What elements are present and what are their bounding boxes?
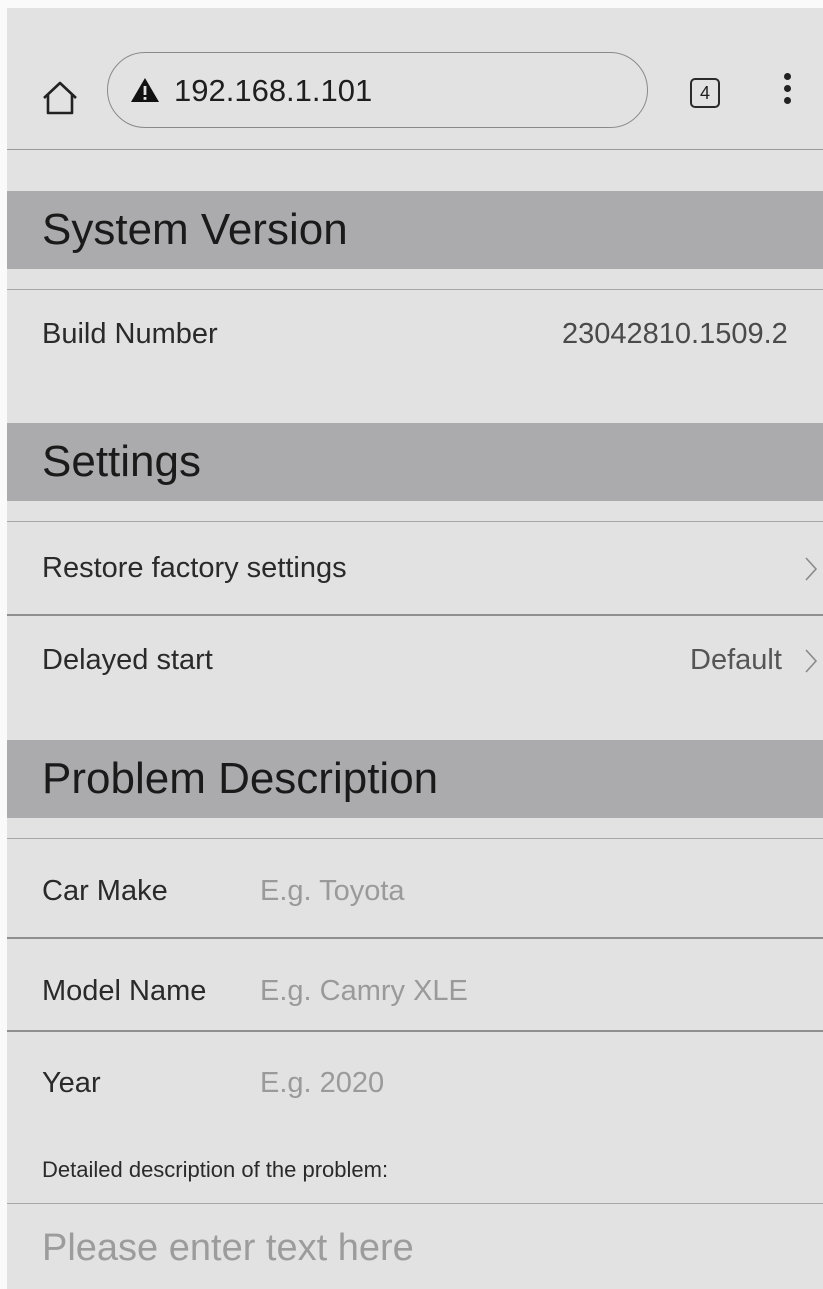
restore-factory-settings-row[interactable]: Restore factory settings [7,522,823,614]
divider [7,1203,823,1204]
build-number-label: Build Number [42,318,218,350]
divider [7,937,823,939]
delayed-start-row[interactable]: Delayed start Default [7,615,823,707]
build-number-value: 23042810.1509.2 [562,318,788,350]
browser-toolbar: 192.168.1.101 4 [7,8,823,150]
year-input[interactable]: E.g. 2020 [260,1067,384,1100]
section-header-problem-description: Problem Description [7,740,823,818]
car-make-input[interactable]: E.g. Toyota [260,875,405,908]
year-label: Year [42,1067,101,1099]
model-name-label: Model Name [42,975,207,1007]
delayed-start-label: Delayed start [42,644,213,676]
car-make-label: Car Make [42,875,168,907]
url-text: 192.168.1.101 [174,73,373,108]
divider [7,838,823,839]
address-bar[interactable]: 192.168.1.101 [107,52,648,128]
divider [7,289,823,290]
screen: 192.168.1.101 4 System Version Build Num… [7,8,823,1289]
model-name-input[interactable]: E.g. Camry XLE [260,975,468,1008]
tab-switcher-button[interactable]: 4 [690,78,720,108]
chevron-right-icon [805,649,818,673]
section-header-settings: Settings [7,423,823,501]
divider [7,1030,823,1032]
more-menu-icon[interactable] [777,70,797,112]
warning-icon[interactable] [130,77,160,103]
home-icon[interactable] [41,80,79,116]
description-textarea[interactable]: Please enter text here [42,1227,414,1270]
restore-factory-settings-label: Restore factory settings [42,552,347,584]
description-label: Detailed description of the problem: [42,1157,389,1182]
delayed-start-value: Default [690,644,782,676]
section-header-system-version: System Version [7,191,823,269]
chevron-right-icon [805,557,818,581]
